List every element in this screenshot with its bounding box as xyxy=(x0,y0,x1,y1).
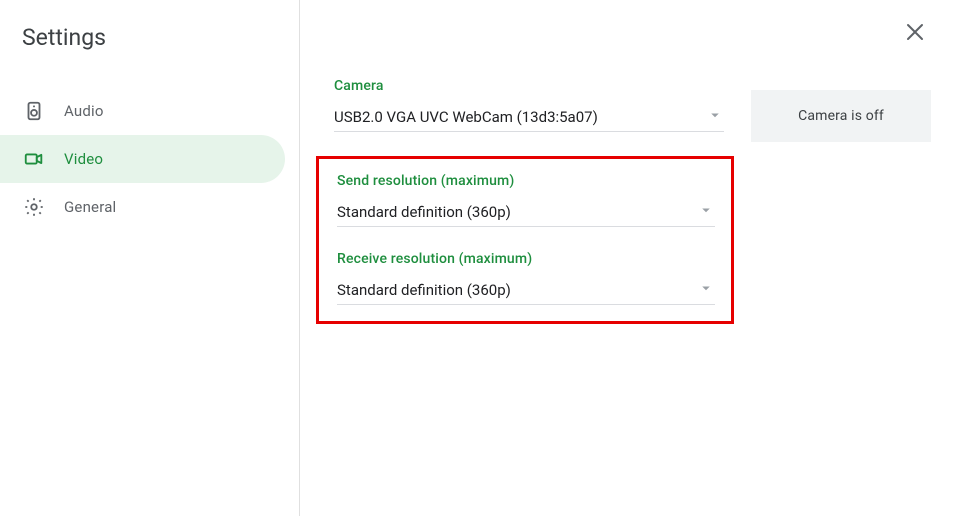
chevron-down-icon xyxy=(697,201,715,223)
camera-label: Camera xyxy=(334,78,724,94)
camera-select[interactable]: USB2.0 VGA UVC WebCam (13d3:5a07) xyxy=(334,102,724,132)
camera-preview-off: Camera is off xyxy=(751,90,931,142)
sidebar-item-general[interactable]: General xyxy=(0,183,285,231)
close-button[interactable] xyxy=(903,20,927,44)
send-resolution-select[interactable]: Standard definition (360p) xyxy=(337,197,715,227)
page-title: Settings xyxy=(22,24,299,51)
send-resolution-label: Send resolution (maximum) xyxy=(337,173,715,189)
gear-icon xyxy=(22,195,46,219)
camera-value: USB2.0 VGA UVC WebCam (13d3:5a07) xyxy=(334,108,598,126)
settings-sidebar: Settings Audio Video xyxy=(0,0,300,516)
send-resolution-value: Standard definition (360p) xyxy=(337,203,511,221)
resolution-highlight-box: Send resolution (maximum) Standard defin… xyxy=(316,156,734,324)
sidebar-item-label: General xyxy=(64,198,116,216)
speaker-icon xyxy=(22,99,46,123)
sidebar-item-label: Video xyxy=(64,150,103,168)
sidebar-item-video[interactable]: Video xyxy=(0,135,285,183)
receive-resolution-field: Receive resolution (maximum) Standard de… xyxy=(337,251,715,305)
camera-off-text: Camera is off xyxy=(798,108,884,124)
video-icon xyxy=(22,147,46,171)
receive-resolution-select[interactable]: Standard definition (360p) xyxy=(337,275,715,305)
sidebar-item-audio[interactable]: Audio xyxy=(0,87,285,135)
chevron-down-icon xyxy=(706,106,724,128)
settings-content: Camera is off Camera USB2.0 VGA UVC WebC… xyxy=(300,0,955,516)
camera-field: Camera USB2.0 VGA UVC WebCam (13d3:5a07) xyxy=(334,78,724,132)
sidebar-item-label: Audio xyxy=(64,102,104,120)
chevron-down-icon xyxy=(697,279,715,301)
receive-resolution-label: Receive resolution (maximum) xyxy=(337,251,715,267)
receive-resolution-value: Standard definition (360p) xyxy=(337,281,511,299)
send-resolution-field: Send resolution (maximum) Standard defin… xyxy=(337,173,715,227)
